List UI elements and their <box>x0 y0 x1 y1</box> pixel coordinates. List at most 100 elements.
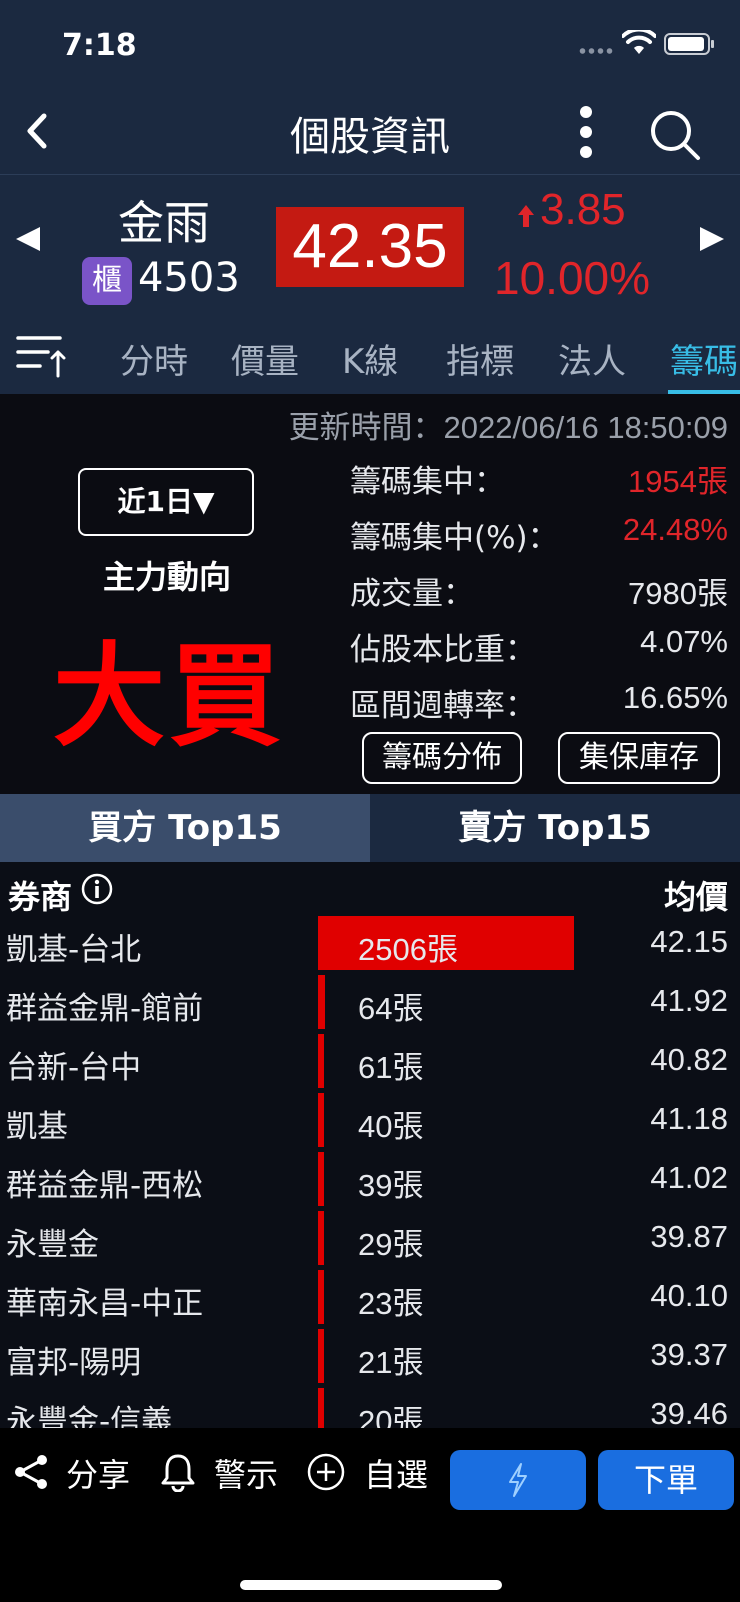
volume-bar <box>318 975 325 1029</box>
stat-value: 7980張 <box>628 576 728 611</box>
stat-value: 1954張 <box>628 464 728 499</box>
buy-quantity: 39張 <box>358 1168 424 1203</box>
broker-name: 群益金鼎-館前 <box>6 991 204 1027</box>
stock-price: 42.35 <box>276 207 464 287</box>
page-title: 個股資訊 <box>290 114 450 160</box>
chip-distribution-button[interactable]: 籌碼分佈 <box>362 732 522 784</box>
place-order-button[interactable]: 下單 <box>598 1450 734 1510</box>
table-row[interactable]: 凱基-台北 2506張 42.15 <box>0 916 740 975</box>
chip-summary-panel: 更新時間：2022/06/16 18:50:09 近1日▼ 主力動向 大買 籌碼… <box>0 394 740 794</box>
buy-quantity: 40張 <box>358 1109 424 1144</box>
stat-label: 籌碼集中： <box>350 464 505 500</box>
tab-price-volume[interactable]: 價量 <box>231 334 299 383</box>
more-options-icon[interactable] <box>572 104 600 160</box>
avg-price: 41.92 <box>650 983 728 1018</box>
avg-price: 39.87 <box>650 1219 728 1254</box>
price-change-percent: 10.00% <box>494 252 651 304</box>
table-row[interactable]: 永豐金-信義 20張 39.46 <box>0 1388 740 1428</box>
quick-order-button[interactable] <box>450 1450 586 1510</box>
wifi-icon <box>622 30 656 54</box>
tab-kline[interactable]: K線 <box>342 334 398 383</box>
avg-price: 40.10 <box>650 1278 728 1313</box>
broker-name: 群益金鼎-西松 <box>6 1168 204 1204</box>
battery-icon <box>664 33 714 55</box>
buy-quantity: 64張 <box>358 991 424 1026</box>
table-row[interactable]: 永豐金 29張 39.87 <box>0 1211 740 1270</box>
stock-code: 4503 <box>138 255 240 301</box>
broker-name: 台新-台中 <box>6 1050 142 1086</box>
stat-value: 24.48% <box>622 512 728 547</box>
buy-quantity: 2506張 <box>358 932 458 967</box>
main-force-trend-value: 大買 <box>53 632 285 762</box>
update-time: 更新時間：2022/06/16 18:50:09 <box>288 410 728 445</box>
buy-quantity: 20張 <box>358 1404 424 1428</box>
broker-column-header: 券商 <box>8 878 73 916</box>
avg-price: 40.82 <box>650 1042 728 1077</box>
table-row[interactable]: 台新-台中 61張 40.82 <box>0 1034 740 1093</box>
watchlist-button[interactable]: 自選 <box>364 1450 428 1496</box>
avg-price-column-header: 均價 <box>663 878 728 916</box>
table-row[interactable]: 富邦-陽明 21張 39.37 <box>0 1329 740 1388</box>
nav-bar: 個股資訊 <box>0 90 740 174</box>
buy-quantity: 61張 <box>358 1050 424 1085</box>
main-force-trend-label: 主力動向 <box>102 558 231 596</box>
avg-price: 39.46 <box>650 1396 728 1428</box>
buy-quantity: 23張 <box>358 1286 424 1321</box>
status-bar: 7:18 <box>0 0 740 90</box>
tab-intraday[interactable]: 分時 <box>120 334 188 383</box>
add-circle-icon[interactable] <box>306 1452 346 1492</box>
signal-icon <box>578 48 614 54</box>
info-icon[interactable] <box>80 872 114 906</box>
volume-bar <box>318 1270 324 1324</box>
tab-institutional[interactable]: 法人 <box>558 334 626 383</box>
share-icon[interactable] <box>12 1452 52 1492</box>
next-stock-icon[interactable] <box>700 227 724 251</box>
volume-bar <box>318 1211 324 1265</box>
stat-value: 16.65% <box>622 680 728 715</box>
table-row[interactable]: 群益金鼎-館前 64張 41.92 <box>0 975 740 1034</box>
price-change: 3.85 <box>540 185 626 234</box>
volume-bar <box>318 1034 324 1088</box>
buy-quantity: 29張 <box>358 1227 424 1262</box>
period-dropdown[interactable]: 近1日▼ <box>78 468 254 536</box>
table-row[interactable]: 凱基 40張 41.18 <box>0 1093 740 1152</box>
arrow-up-icon <box>518 205 534 227</box>
tab-indicators[interactable]: 指標 <box>446 334 514 383</box>
analysis-tabs: 分時 價量 K線 指標 法人 籌碼 <box>0 314 740 394</box>
table-row[interactable]: 華南永昌-中正 23張 40.10 <box>0 1270 740 1329</box>
volume-bar <box>318 1329 324 1383</box>
status-time: 7:18 <box>62 28 137 63</box>
tab-chips[interactable]: 籌碼 <box>670 334 738 383</box>
custody-inventory-button[interactable]: 集保庫存 <box>558 732 720 784</box>
stat-label: 佔股本比重： <box>350 632 536 668</box>
stat-label: 籌碼集中(%)： <box>350 520 559 556</box>
broker-name: 永豐金 <box>6 1227 99 1263</box>
stat-label: 區間週轉率： <box>350 688 536 724</box>
buy-sell-segment: 買方 Top15 賣方 Top15 <box>0 794 740 862</box>
avg-price: 39.37 <box>650 1337 728 1372</box>
alert-button[interactable]: 警示 <box>214 1450 278 1496</box>
volume-bar <box>318 1093 324 1147</box>
broker-list[interactable]: 券商 均價 凱基-台北 2506張 42.15 群益金鼎-館前 64張 41.92 台新-台… <box>0 862 740 1428</box>
bell-icon[interactable] <box>158 1452 198 1492</box>
stock-name: 金雨 <box>118 196 210 250</box>
avg-price: 41.18 <box>650 1101 728 1136</box>
bottom-action-bar: 分享 警示 自選 下單 <box>0 1428 740 1602</box>
broker-name: 永豐金-信義 <box>6 1404 173 1428</box>
stock-quote-header: 金雨 櫃 4503 42.35 3.85 10.00% <box>0 174 740 314</box>
search-icon[interactable] <box>648 108 702 162</box>
lightning-icon <box>509 1463 527 1497</box>
stat-value: 4.07% <box>640 624 728 659</box>
share-button[interactable]: 分享 <box>66 1450 130 1496</box>
home-indicator <box>240 1580 502 1590</box>
broker-name: 華南永昌-中正 <box>6 1286 204 1322</box>
volume-bar <box>318 1388 324 1428</box>
market-badge: 櫃 <box>82 257 132 305</box>
broker-name: 富邦-陽明 <box>6 1345 142 1381</box>
volume-bar <box>318 1152 324 1206</box>
sort-menu-icon[interactable] <box>16 332 66 378</box>
prev-stock-icon[interactable] <box>16 227 40 251</box>
seller-top15-tab[interactable]: 賣方 Top15 <box>370 794 740 862</box>
table-row[interactable]: 群益金鼎-西松 39張 41.02 <box>0 1152 740 1211</box>
buyer-top15-tab[interactable]: 買方 Top15 <box>0 794 370 862</box>
